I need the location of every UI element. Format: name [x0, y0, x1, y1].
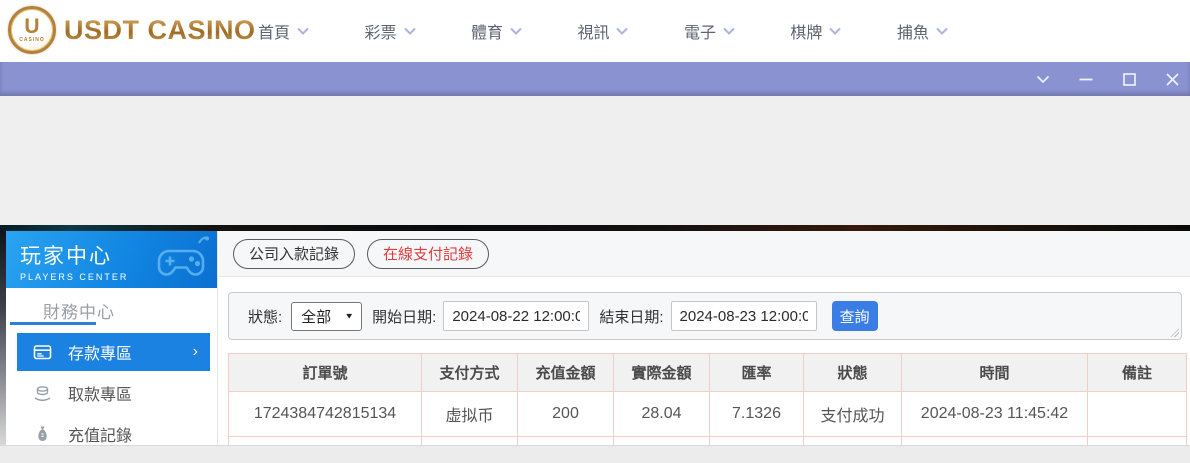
nav-item-home[interactable]: 首頁	[258, 19, 309, 43]
col-remark: 備註	[1088, 354, 1187, 392]
players-center-sidebar: 玩家中心 PLAYERS CENTER 財務中心	[6, 231, 218, 445]
table-row-partial	[229, 437, 1187, 446]
nav-item-lottery[interactable]: 彩票	[364, 19, 415, 43]
cell-order-number: 1724384742815134	[229, 392, 422, 437]
cell-actual-amount: 28.04	[614, 392, 710, 437]
tab-online-payment-record[interactable]: 在線支付記錄	[367, 239, 489, 269]
cell-recharge-amount: 200	[518, 392, 614, 437]
cell-exchange-rate: 7.1326	[710, 392, 804, 437]
nav-label: 體育	[471, 19, 503, 43]
brand-emblem-icon: U CASINO	[8, 6, 56, 54]
main-panel: 公司入款記錄 在線支付記錄 狀態: 全部 ▼ 開始日期: 結束日期: 查詢	[219, 231, 1190, 445]
status-label: 狀態:	[248, 306, 282, 327]
nav-label: 捕魚	[897, 19, 929, 43]
sidebar-item-withdraw[interactable]: 取款專區	[17, 374, 210, 412]
main-menu: 首頁 彩票 體育 視訊 電子 棋牌	[258, 0, 948, 62]
window-titlebar[interactable]	[0, 62, 1190, 96]
window-dropdown-button[interactable]	[1035, 71, 1051, 87]
section-label: 財務中心	[43, 303, 115, 322]
end-date-input[interactable]	[671, 301, 817, 331]
start-date-input[interactable]	[443, 301, 589, 331]
col-payment-method: 支付方式	[422, 354, 518, 392]
deposit-card-icon	[33, 343, 52, 361]
start-date-label: 開始日期:	[372, 306, 436, 327]
app-window: U CASINO USDT CASINO 首頁 彩票 體育 視訊	[0, 0, 1190, 463]
chevron-down-icon	[404, 27, 416, 35]
col-recharge-amount: 充值金額	[518, 354, 614, 392]
brand-logo[interactable]: U CASINO USDT CASINO	[8, 6, 256, 54]
nav-label: 視訊	[577, 19, 609, 43]
top-navbar: U CASINO USDT CASINO 首頁 彩票 體育 視訊	[0, 0, 1190, 62]
nav-item-cards[interactable]: 棋牌	[790, 19, 841, 43]
tab-company-deposit-record[interactable]: 公司入款記錄	[233, 239, 355, 269]
cell-remark	[1088, 392, 1187, 437]
record-tabs: 公司入款記錄 在線支付記錄	[219, 231, 1190, 277]
minimize-icon	[1079, 78, 1093, 81]
nav-item-sports[interactable]: 體育	[471, 19, 522, 43]
cell-status: 支付成功	[804, 392, 902, 437]
resize-grip[interactable]	[1170, 328, 1179, 337]
sidebar-section-finance: 財務中心	[6, 288, 217, 325]
chevron-down-icon	[510, 27, 522, 35]
query-button[interactable]: 查詢	[832, 301, 878, 331]
sidebar-menu: 存款專區 › 取款專區 充值記錄	[6, 333, 217, 445]
gamepad-icon	[153, 235, 209, 283]
col-actual-amount: 實際金額	[614, 354, 710, 392]
nav-item-slots[interactable]: 電子	[684, 19, 735, 43]
filter-bar: 狀態: 全部 ▼ 開始日期: 結束日期: 查詢	[228, 292, 1182, 340]
emblem-caption: CASINO	[19, 37, 44, 43]
select-caret-icon: ▼	[344, 312, 354, 321]
nav-item-fishing[interactable]: 捕魚	[897, 19, 948, 43]
money-bag-icon	[33, 425, 52, 443]
cell-time: 2024-08-23 11:45:42	[902, 392, 1088, 437]
chevron-down-icon	[723, 27, 735, 35]
close-icon	[1166, 73, 1179, 86]
window-minimize-button[interactable]	[1078, 71, 1094, 87]
page-background-band	[0, 96, 1190, 225]
chevron-down-icon	[936, 27, 948, 35]
sidebar-item-label: 充值記錄	[68, 422, 132, 445]
chevron-right-icon: ›	[193, 343, 198, 361]
cell-payment-method: 虚拟币	[422, 392, 518, 437]
withdraw-hand-icon	[33, 384, 52, 402]
footer-band	[0, 445, 1190, 463]
nav-label: 首頁	[258, 19, 290, 43]
chevron-down-icon	[297, 27, 309, 35]
chevron-down-icon	[1036, 75, 1050, 84]
section-underline	[10, 322, 96, 325]
sidebar-item-deposit[interactable]: 存款專區 ›	[17, 333, 210, 371]
emblem-letter: U	[24, 17, 39, 37]
window-controls	[1035, 62, 1180, 96]
end-date-label: 結束日期:	[599, 306, 663, 327]
sidebar-item-label: 存款專區	[68, 340, 132, 364]
table-header-row: 訂單號 支付方式 充值金額 實際金額 匯率 狀態 時間 備註	[229, 354, 1187, 392]
maximize-icon	[1123, 73, 1136, 86]
col-order-number: 訂單號	[229, 354, 422, 392]
chevron-down-icon	[616, 27, 628, 35]
status-select[interactable]: 全部 ▼	[291, 302, 362, 331]
chevron-down-icon	[829, 27, 841, 35]
status-select-value: 全部	[301, 306, 331, 327]
col-time: 時間	[902, 354, 1088, 392]
brand-name: USDT CASINO	[64, 15, 256, 46]
nav-item-video[interactable]: 視訊	[577, 19, 628, 43]
nav-label: 電子	[684, 19, 716, 43]
nav-label: 彩票	[364, 19, 396, 43]
col-status: 狀態	[804, 354, 902, 392]
content-area: 玩家中心 PLAYERS CENTER 財務中心	[0, 231, 1190, 445]
sidebar-header: 玩家中心 PLAYERS CENTER	[6, 231, 217, 288]
sidebar-item-recharge-record[interactable]: 充值記錄	[17, 415, 210, 445]
nav-label: 棋牌	[790, 19, 822, 43]
window-maximize-button[interactable]	[1121, 71, 1137, 87]
table-row: 1724384742815134 虚拟币 200 28.04 7.1326 支付…	[229, 392, 1187, 437]
col-exchange-rate: 匯率	[710, 354, 804, 392]
sidebar-item-label: 取款專區	[68, 381, 132, 405]
window-close-button[interactable]	[1164, 71, 1180, 87]
payment-records-table: 訂單號 支付方式 充值金額 實際金額 匯率 狀態 時間 備註 172438474…	[228, 353, 1187, 445]
